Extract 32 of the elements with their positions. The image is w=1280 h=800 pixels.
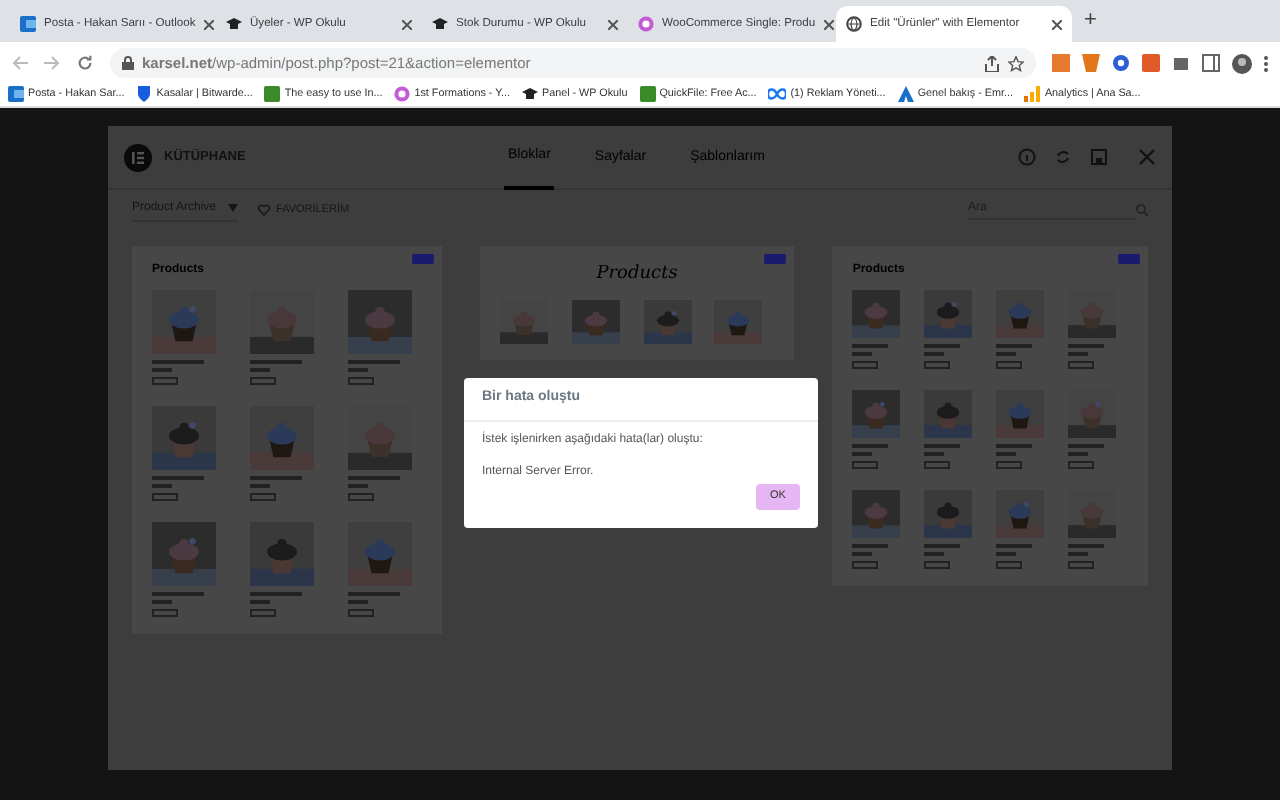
bookmark-icon	[768, 88, 787, 101]
pro-tag	[411, 254, 434, 264]
favicon-icon	[432, 16, 448, 32]
new-tab-button[interactable]: +	[1084, 10, 1097, 32]
sidebar-icon[interactable]	[1202, 54, 1220, 72]
card-heading: Products	[594, 262, 680, 288]
caret-icon	[228, 204, 239, 212]
bookmark-icon	[8, 86, 24, 103]
lock-icon	[122, 56, 134, 70]
bookmark-icon	[521, 86, 538, 103]
favicon-icon	[226, 16, 242, 32]
close-icon[interactable]	[608, 19, 618, 29]
pro-tag	[764, 254, 787, 264]
favicon-icon	[20, 16, 36, 32]
close-icon[interactable]	[203, 19, 214, 29]
avatar-icon[interactable]	[1232, 53, 1252, 73]
pro-tag	[1118, 254, 1140, 264]
favicon-icon	[846, 16, 862, 32]
search-icon	[1136, 204, 1148, 216]
reload-icon[interactable]	[76, 54, 94, 72]
heart-icon	[258, 204, 271, 216]
share-icon[interactable]	[984, 55, 1000, 71]
bookmark-icon	[136, 86, 153, 103]
close-icon[interactable]	[1052, 19, 1062, 29]
favicon-icon	[638, 16, 654, 32]
close-icon[interactable]	[402, 19, 412, 29]
bookmark-icon	[264, 86, 281, 103]
close-icon[interactable]	[823, 19, 834, 29]
bookmark-icon	[1024, 86, 1041, 103]
bookmark-icon	[639, 86, 656, 103]
star-icon[interactable]	[1008, 55, 1024, 71]
logo-icon	[124, 143, 152, 171]
